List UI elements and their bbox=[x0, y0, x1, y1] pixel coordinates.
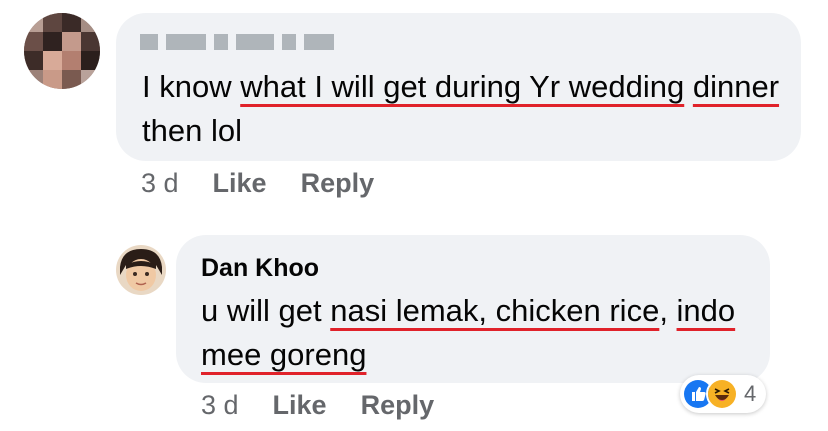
text-segment-misspelled: nasi lemak, chicken rice bbox=[330, 293, 660, 328]
comment-text: I know what I will get during Yr wedding… bbox=[142, 65, 792, 153]
avatar-pixelated[interactable] bbox=[24, 13, 100, 89]
text-segment: then lol bbox=[142, 113, 242, 148]
text-segment-misspelled: dinner bbox=[692, 69, 780, 104]
like-button[interactable]: Like bbox=[213, 168, 267, 199]
reply-actions: 3 d Like Reply bbox=[201, 390, 468, 421]
avatar[interactable] bbox=[116, 245, 166, 295]
text-segment: , bbox=[659, 293, 677, 328]
text-segment bbox=[684, 69, 693, 104]
reply-button[interactable]: Reply bbox=[301, 168, 375, 199]
reply-content: Dan Khoo u will get nasi lemak, chicken … bbox=[201, 253, 761, 377]
like-button[interactable]: Like bbox=[273, 390, 327, 421]
text-segment: I know bbox=[142, 69, 241, 104]
comment-timestamp[interactable]: 3 d bbox=[141, 168, 179, 199]
reply-author[interactable]: Dan Khoo bbox=[201, 253, 761, 283]
reaction-summary[interactable]: 4 bbox=[680, 375, 767, 413]
reaction-count: 4 bbox=[744, 381, 757, 406]
reply-timestamp[interactable]: 3 d bbox=[201, 390, 239, 421]
comment-actions: 3 d Like Reply bbox=[141, 168, 408, 199]
reply-button[interactable]: Reply bbox=[361, 390, 435, 421]
haha-icon bbox=[706, 378, 738, 410]
comment-author-redacted[interactable] bbox=[140, 34, 334, 50]
text-segment-misspelled: what I will get during Yr wedding bbox=[240, 69, 685, 104]
text-segment: u will get bbox=[201, 293, 331, 328]
